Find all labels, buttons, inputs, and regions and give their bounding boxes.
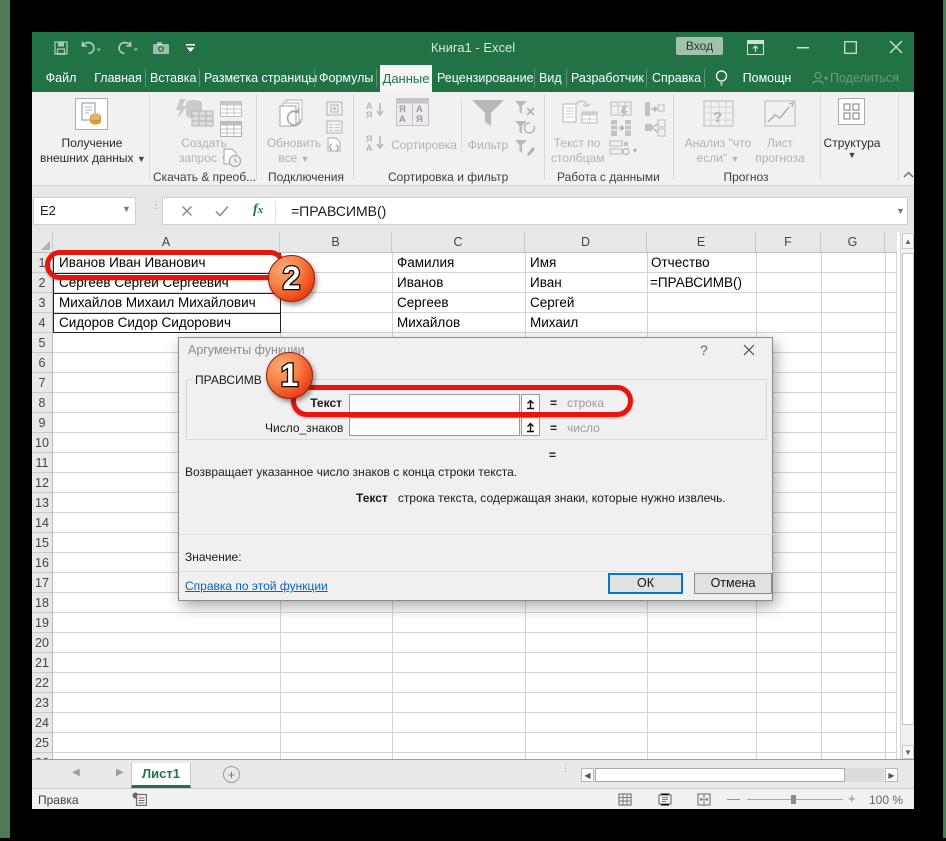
svg-text:?: ? (713, 109, 722, 126)
svg-text:А: А (366, 143, 373, 152)
svg-text:▾: ▾ (633, 146, 637, 155)
svg-text:А: А (399, 114, 406, 125)
svg-text:Я: Я (416, 114, 423, 125)
svg-text:Я: Я (366, 110, 372, 119)
